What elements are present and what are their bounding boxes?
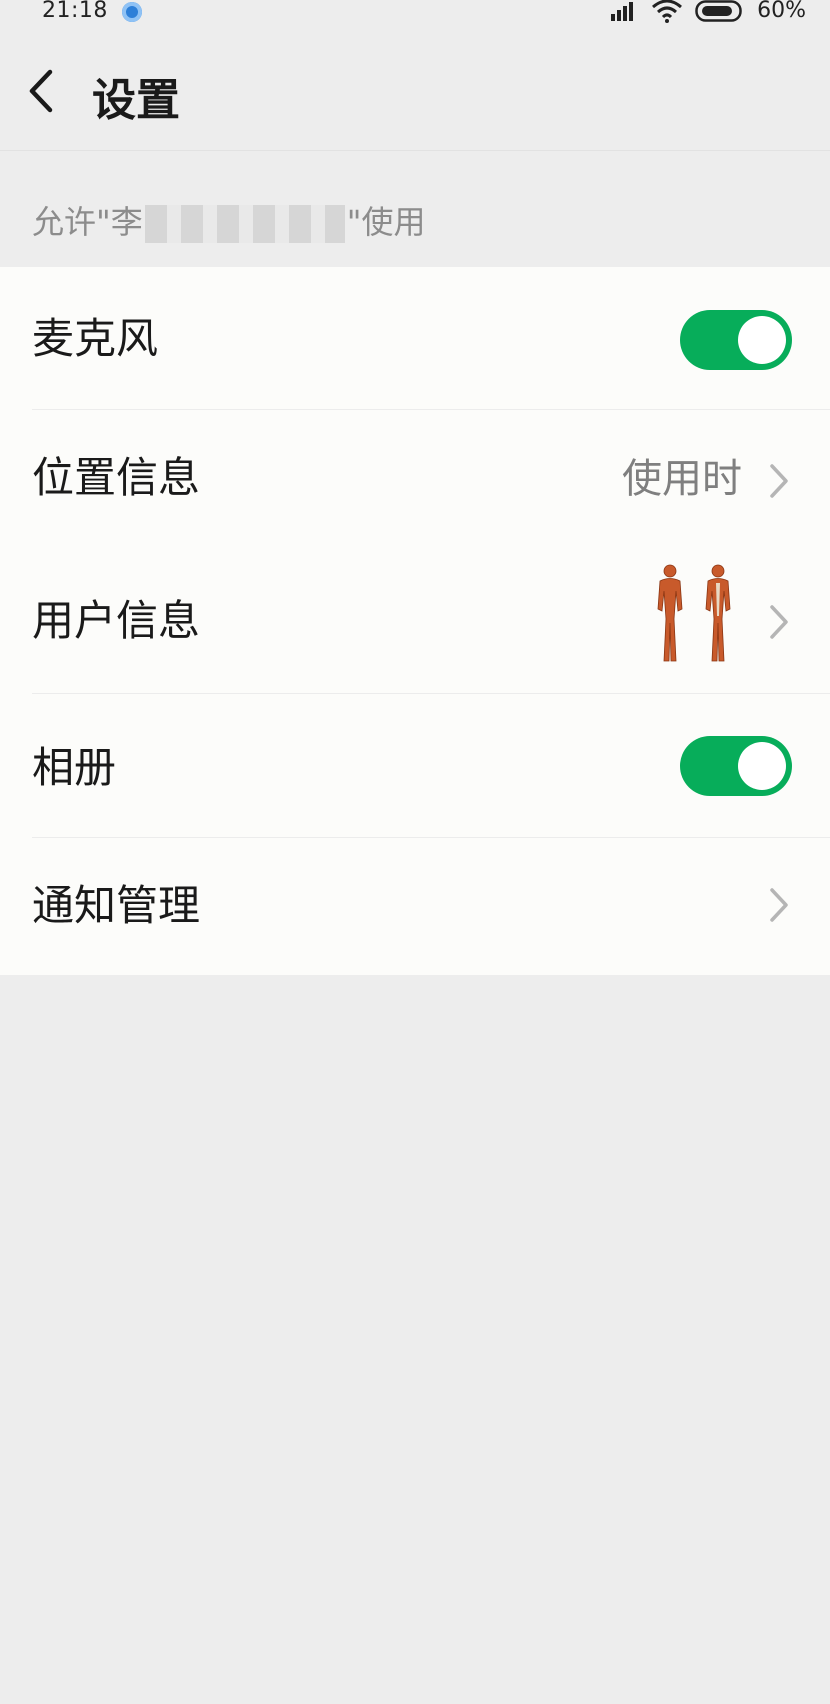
location-value: 使用时 [622,456,742,502]
toggle-knob [738,742,786,790]
battery-percent: 60% [757,0,806,23]
app-notification-icon [122,2,142,22]
nav-bar: 设置 [0,26,830,151]
settings-list: 麦克风 位置信息 使用时 用户信息 相册 通知管理 [0,267,830,975]
setting-label: 通知管理 [32,881,201,930]
status-icons: 60% [609,0,806,23]
chevron-right-icon [770,888,788,922]
status-bar: 21:18 60% [0,0,830,26]
status-time: 21:18 [42,0,108,23]
redacted-app-name [144,205,345,243]
microphone-toggle[interactable] [680,310,792,370]
section-header-text: 允许"李 "使用 [32,197,425,243]
wifi-icon [652,0,683,23]
setting-row-location[interactable]: 位置信息 使用时 [0,410,830,551]
setting-label: 用户信息 [32,596,201,645]
setting-row-notifications[interactable]: 通知管理 [0,838,830,975]
section-suffix: "使用 [346,203,426,241]
page-title: 设置 [92,75,180,126]
chevron-right-icon [770,464,788,498]
chevron-right-icon [770,605,788,639]
setting-label: 麦克风 [32,314,159,363]
section-header: 允许"李 "使用 [0,151,830,267]
setting-row-user-info[interactable]: 用户信息 [0,551,830,693]
anatomy-figures-image [657,564,731,662]
album-toggle[interactable] [680,736,792,796]
section-prefix: 允许"李 [32,203,143,241]
chevron-left-icon[interactable] [22,66,62,116]
toggle-knob [738,316,786,364]
setting-row-microphone: 麦克风 [0,267,830,409]
setting-label: 位置信息 [32,453,201,502]
setting-row-album: 相册 [0,694,830,837]
battery-icon [695,0,742,22]
signal-icon [611,1,634,21]
setting-label: 相册 [32,743,117,792]
